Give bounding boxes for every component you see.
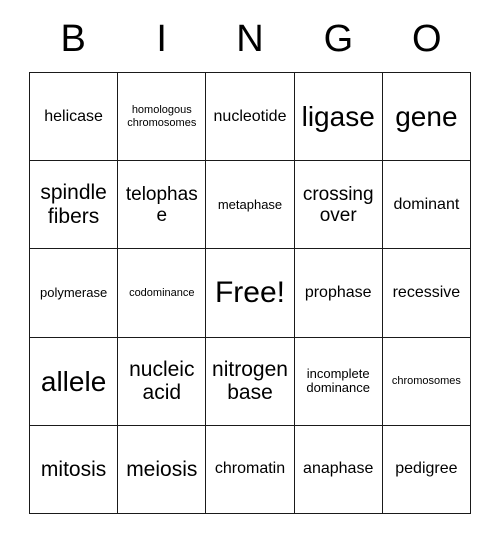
header-letter-n: N xyxy=(236,18,264,60)
bingo-card: B I N G O helicase homologous chromosomes… xyxy=(0,0,500,544)
bingo-cell[interactable]: ligase xyxy=(294,73,383,162)
bingo-cell-label: incomplete dominance xyxy=(306,365,370,396)
bingo-grid: helicase homologous chromosomes nucleotide… xyxy=(29,72,471,514)
bingo-cell-label: nucleic acid xyxy=(129,357,195,405)
bingo-cell-label: nucleotide xyxy=(213,107,287,125)
bingo-cell-label: nitrogen base xyxy=(212,357,288,405)
header-letter-o: O xyxy=(412,18,442,60)
header-letter-g: G xyxy=(323,18,354,60)
bingo-cell[interactable]: incomplete dominance xyxy=(294,337,383,426)
bingo-cell[interactable]: allele xyxy=(30,337,119,426)
bingo-cell[interactable]: recessive xyxy=(382,249,471,338)
bingo-cell[interactable]: codominance xyxy=(118,249,207,338)
bingo-cell[interactable]: nucleic acid xyxy=(118,337,207,426)
bingo-cell[interactable]: meiosis xyxy=(118,425,207,514)
bingo-cell-label: polymerase xyxy=(39,284,108,300)
bingo-cell-label: crossing over xyxy=(302,183,374,226)
bingo-header: B I N G O xyxy=(29,8,471,70)
bingo-cell[interactable]: chromosomes xyxy=(382,337,471,426)
free-space-label: Free! xyxy=(214,276,285,310)
bingo-cell[interactable]: gene xyxy=(382,73,471,162)
bingo-free-space[interactable]: Free! xyxy=(206,249,295,338)
bingo-cell[interactable]: homologous chromosomes xyxy=(118,73,207,162)
bingo-cell[interactable]: nucleotide xyxy=(206,73,295,162)
bingo-cell-label: prophase xyxy=(304,284,372,302)
bingo-cell-label: metaphase xyxy=(217,196,283,212)
bingo-cell[interactable]: telophase xyxy=(118,161,207,250)
bingo-cell-label: mitosis xyxy=(40,457,107,481)
bingo-cell[interactable]: anaphase xyxy=(294,425,383,514)
bingo-cell-label: telophase xyxy=(125,183,198,226)
bingo-cell[interactable]: chromatin xyxy=(206,425,295,514)
bingo-cell[interactable]: spindle fibers xyxy=(30,161,119,250)
bingo-cell[interactable]: nitrogen base xyxy=(206,337,295,426)
bingo-cell-label: pedigree xyxy=(395,460,458,478)
bingo-cell-label: allele xyxy=(40,365,107,397)
bingo-cell-label: gene xyxy=(395,100,458,132)
bingo-cell-label: meiosis xyxy=(126,457,198,481)
bingo-cell-label: chromatin xyxy=(214,460,286,478)
bingo-cell[interactable]: prophase xyxy=(294,249,383,338)
header-letter-b: B xyxy=(60,18,86,60)
bingo-cell-label: recessive xyxy=(392,284,461,302)
bingo-cell[interactable]: pedigree xyxy=(382,425,471,514)
bingo-cell[interactable]: metaphase xyxy=(206,161,295,250)
bingo-cell[interactable]: polymerase xyxy=(30,249,119,338)
bingo-cell[interactable]: helicase xyxy=(30,73,119,162)
bingo-cell[interactable]: mitosis xyxy=(30,425,119,514)
bingo-cell-label: helicase xyxy=(44,107,103,125)
bingo-cell-label: ligase xyxy=(301,100,375,132)
bingo-cell-label: codominance xyxy=(129,286,195,299)
bingo-cell[interactable]: dominant xyxy=(382,161,471,250)
bingo-cell-label: spindle fibers xyxy=(40,181,107,228)
bingo-cell[interactable]: crossing over xyxy=(294,161,383,250)
bingo-cell-label: chromosomes xyxy=(391,375,461,388)
bingo-cell-label: dominant xyxy=(393,195,460,213)
bingo-cell-label: homologous chromosomes xyxy=(127,104,197,129)
header-letter-i: I xyxy=(156,18,167,60)
bingo-cell-label: anaphase xyxy=(303,460,374,478)
